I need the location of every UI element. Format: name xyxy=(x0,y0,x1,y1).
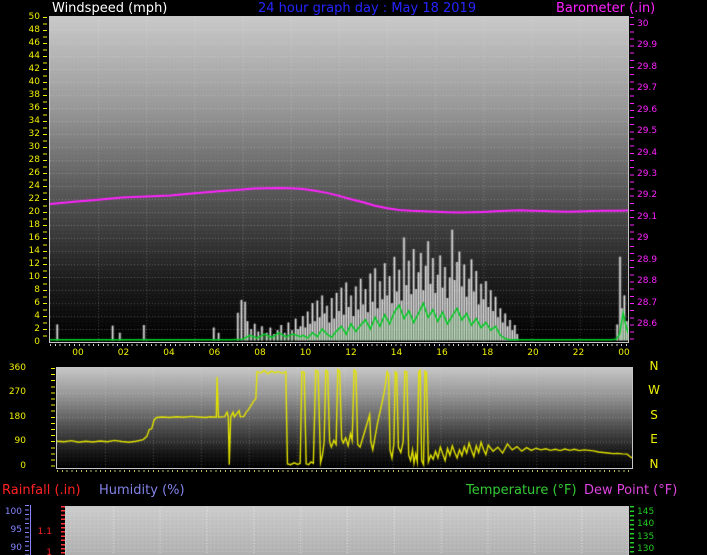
weather-graph-screen: Windspeed (mph) 24 hour graph day : May … xyxy=(0,0,707,555)
tick-label: 29.1 xyxy=(637,211,658,222)
hour-axis-ticks xyxy=(50,344,629,346)
tick-label: 16 xyxy=(436,348,448,358)
tick-label: 28.7 xyxy=(637,297,658,308)
tick-label: 42 xyxy=(28,64,40,74)
tick-label: 180 xyxy=(8,411,26,422)
tick-label: 30 xyxy=(637,19,649,29)
wind-direction-plot xyxy=(56,367,633,469)
humidity-axis-title: Humidity (%) xyxy=(99,483,185,498)
tick-label: 18 xyxy=(28,220,40,230)
humidity-axis-ticks xyxy=(25,505,29,555)
barometer-axis-title: Barometer (.in) xyxy=(556,1,656,16)
dewpoint-axis-title: Dew Point (°F) xyxy=(584,483,678,498)
tick-label: 4 xyxy=(34,311,40,321)
tick-label: 95 xyxy=(10,525,22,535)
tick-label: 90 xyxy=(10,543,22,553)
tick-label: 0 xyxy=(34,337,40,347)
tick-label: 34 xyxy=(28,116,40,126)
tick-label: 16 xyxy=(28,233,40,243)
barometer-axis-ticks xyxy=(630,17,634,342)
direction-axis-ticks xyxy=(51,368,55,469)
tick-label: 12 xyxy=(345,348,357,358)
tick-label: 28.9 xyxy=(637,254,658,265)
tick-label: 24 xyxy=(28,181,40,191)
tick-label: 28.6 xyxy=(637,319,658,330)
tick-label: 44 xyxy=(28,51,40,61)
tick-label: 12 xyxy=(28,259,40,269)
tick-label: 36 xyxy=(28,103,40,113)
humidity-temperature-plot xyxy=(65,506,629,555)
tick-label: 100 xyxy=(4,507,22,517)
tick-label: S xyxy=(650,407,658,422)
tick-label: 135 xyxy=(637,531,655,542)
tick-label: 20 xyxy=(28,207,40,217)
tick-label: 1.1 xyxy=(37,527,52,537)
tick-label: 2 xyxy=(34,324,40,334)
tick-label: 29.2 xyxy=(637,190,658,201)
tick-label: 28 xyxy=(28,155,40,165)
tick-label: 145 xyxy=(637,507,655,517)
rainfall-axis-title: Rainfall (.in) xyxy=(2,483,81,498)
tick-label: 29.9 xyxy=(637,40,658,51)
tick-label: 08 xyxy=(254,348,266,358)
tick-label: 26 xyxy=(28,168,40,178)
tick-label: 18 xyxy=(481,348,494,358)
tick-label: 8 xyxy=(34,285,40,295)
tick-label: 14 xyxy=(390,348,403,358)
tick-label: 29.5 xyxy=(637,126,658,137)
tick-label: 130 xyxy=(637,544,655,555)
tick-label: 04 xyxy=(163,348,175,358)
tick-label: 270 xyxy=(8,387,26,398)
tick-label: 28.8 xyxy=(637,276,658,287)
tick-label: 14 xyxy=(28,246,40,256)
tick-label: 20 xyxy=(527,348,539,358)
windspeed-axis-title: Windspeed (mph) xyxy=(52,1,168,16)
page-title: 24 hour graph day : May 18 2019 xyxy=(258,1,477,16)
tick-label: 22 xyxy=(572,348,585,358)
tick-label: 22 xyxy=(28,194,40,204)
tick-label: 29.7 xyxy=(637,83,658,94)
tick-label: 40 xyxy=(28,77,40,87)
tick-label: 00 xyxy=(618,348,630,358)
humidity-axis-line xyxy=(30,505,31,555)
tick-label: 29.3 xyxy=(637,169,658,179)
tick-label: 32 xyxy=(28,129,40,139)
tick-label: 90 xyxy=(14,436,26,447)
tick-label: 140 xyxy=(637,519,655,530)
tick-label: 1 xyxy=(46,548,52,555)
tick-label: 38 xyxy=(28,90,40,100)
tick-label: W xyxy=(648,383,660,398)
windspeed-axis-ticks xyxy=(43,17,47,342)
tick-label: 29.4 xyxy=(637,147,658,158)
tick-label: 360 xyxy=(8,363,26,373)
tick-label: 0 xyxy=(20,460,26,471)
tick-label: 6 xyxy=(34,298,40,308)
tick-label: 00 xyxy=(72,348,84,358)
tick-label: 29.8 xyxy=(637,61,658,72)
tick-label: E xyxy=(650,432,658,447)
tick-label: 30 xyxy=(28,142,40,152)
tick-label: 29.6 xyxy=(637,104,658,115)
temperature-axis-ticks xyxy=(630,506,634,555)
tick-label: 10 xyxy=(28,272,40,282)
windspeed-barometer-plot xyxy=(49,16,629,343)
direction-hour-ticks xyxy=(57,470,633,472)
tick-label: 29 xyxy=(637,233,649,244)
tick-label: 06 xyxy=(208,348,221,358)
tick-label: 02 xyxy=(117,348,130,358)
temperature-axis-title: Temperature (°F) xyxy=(466,483,577,498)
tick-label: N xyxy=(649,359,659,373)
rainfall-axis-ticks xyxy=(61,506,65,555)
tick-label: 46 xyxy=(28,38,40,48)
tick-label: N xyxy=(649,456,659,471)
tick-label: 50 xyxy=(28,12,40,22)
tick-label: 10 xyxy=(299,348,312,358)
tick-label: 48 xyxy=(28,25,40,35)
